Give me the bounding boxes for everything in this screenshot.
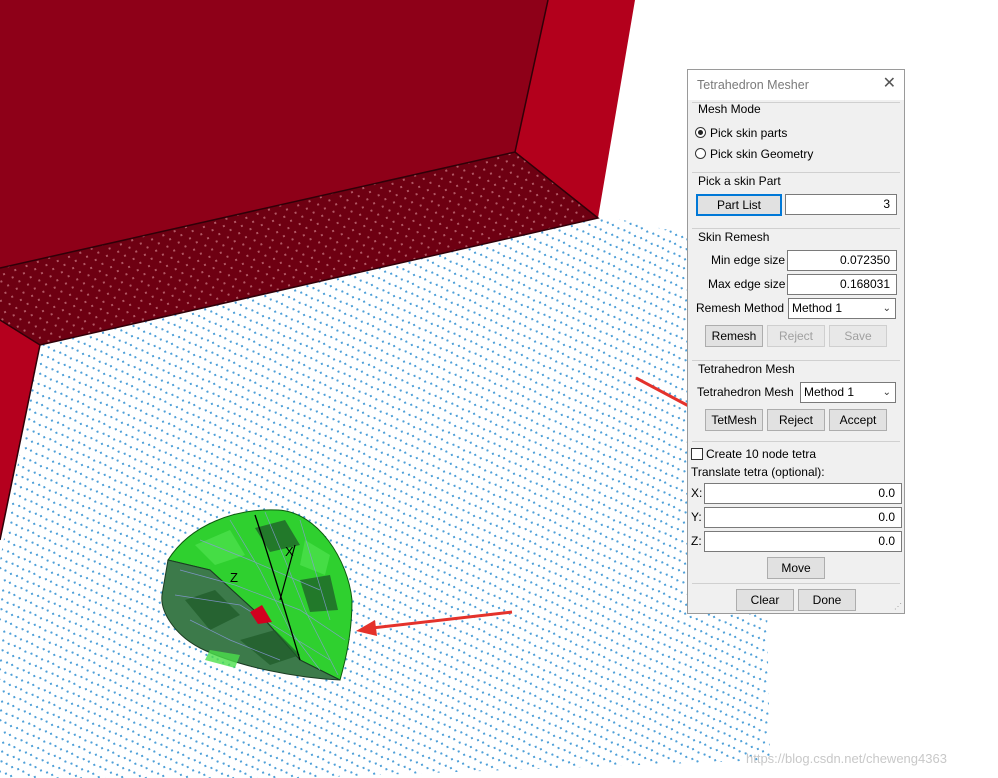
clear-button[interactable]: Clear [736,589,794,611]
min-edge-field[interactable]: 0.072350 [787,250,897,271]
translate-z-label: Z: [691,534,702,548]
pick-skin-part-title: Pick a skin Part [698,174,781,188]
remesh-method-label: Remesh Method [696,301,785,315]
skin-remesh-title: Skin Remesh [698,230,770,244]
resize-grip-icon[interactable]: ⋰ [894,602,902,611]
radio-label-pick-skin-geometry[interactable]: Pick skin Geometry [710,147,813,161]
group-pick-skin-part [692,172,900,173]
radio-pick-skin-parts[interactable] [695,127,706,138]
remesh-method-value: Method 1 [792,301,843,315]
radio-label-pick-skin-parts[interactable]: Pick skin parts [710,126,787,140]
translate-z-field[interactable]: 0.0 [704,531,902,552]
create-10-node-label[interactable]: Create 10 node tetra [706,447,816,461]
done-button[interactable]: Done [798,589,856,611]
min-edge-label: Min edge size [711,253,786,267]
tet-method-label: Tetrahedron Mesh [697,385,794,399]
mesh-mode-title: Mesh Mode [698,102,761,116]
chevron-down-icon: ⌄ [882,387,891,398]
tet-method-select[interactable]: Method 1 ⌄ [800,382,896,403]
tetmesh-reject-button[interactable]: Reject [767,409,825,431]
radio-pick-skin-geometry[interactable] [695,148,706,159]
translate-y-field[interactable]: 0.0 [704,507,902,528]
translate-x-field[interactable]: 0.0 [704,483,902,504]
create-10-node-checkbox[interactable] [691,448,703,460]
group-tetrahedron-mesh [692,360,900,361]
group-options-divider [692,441,900,442]
tetmesh-button[interactable]: TetMesh [705,409,763,431]
chevron-down-icon: ⌄ [882,303,891,314]
part-list-button[interactable]: Part List [696,194,782,216]
translate-label: Translate tetra (optional): [691,465,825,479]
tetrahedron-mesh-title: Tetrahedron Mesh [698,362,795,376]
part-id-field[interactable]: 3 [785,194,897,215]
dialog-titlebar[interactable]: Tetrahedron Mesher ✕ [688,70,904,100]
axis-x-label: X [285,544,294,559]
remesh-save-button[interactable]: Save [829,325,887,347]
remesh-button[interactable]: Remesh [705,325,763,347]
tet-method-value: Method 1 [804,385,855,399]
group-footer-divider [692,583,900,584]
remesh-method-select[interactable]: Method 1 ⌄ [788,298,896,319]
translate-y-label: Y: [691,510,702,524]
remesh-reject-button[interactable]: Reject [767,325,825,347]
close-icon[interactable]: ✕ [883,76,896,92]
dialog-title: Tetrahedron Mesher [697,78,809,92]
move-button[interactable]: Move [767,557,825,579]
tetmesh-accept-button[interactable]: Accept [829,409,887,431]
axis-z-label: Z [230,570,238,585]
max-edge-field[interactable]: 0.168031 [787,274,897,295]
translate-x-label: X: [691,486,703,500]
group-skin-remesh [692,228,900,229]
watermark: https://blog.csdn.net/cheweng4363 [746,751,947,766]
tetrahedron-mesher-dialog: Tetrahedron Mesher ✕ Mesh Mode Pick skin… [687,69,905,614]
max-edge-label: Max edge size [708,277,786,291]
